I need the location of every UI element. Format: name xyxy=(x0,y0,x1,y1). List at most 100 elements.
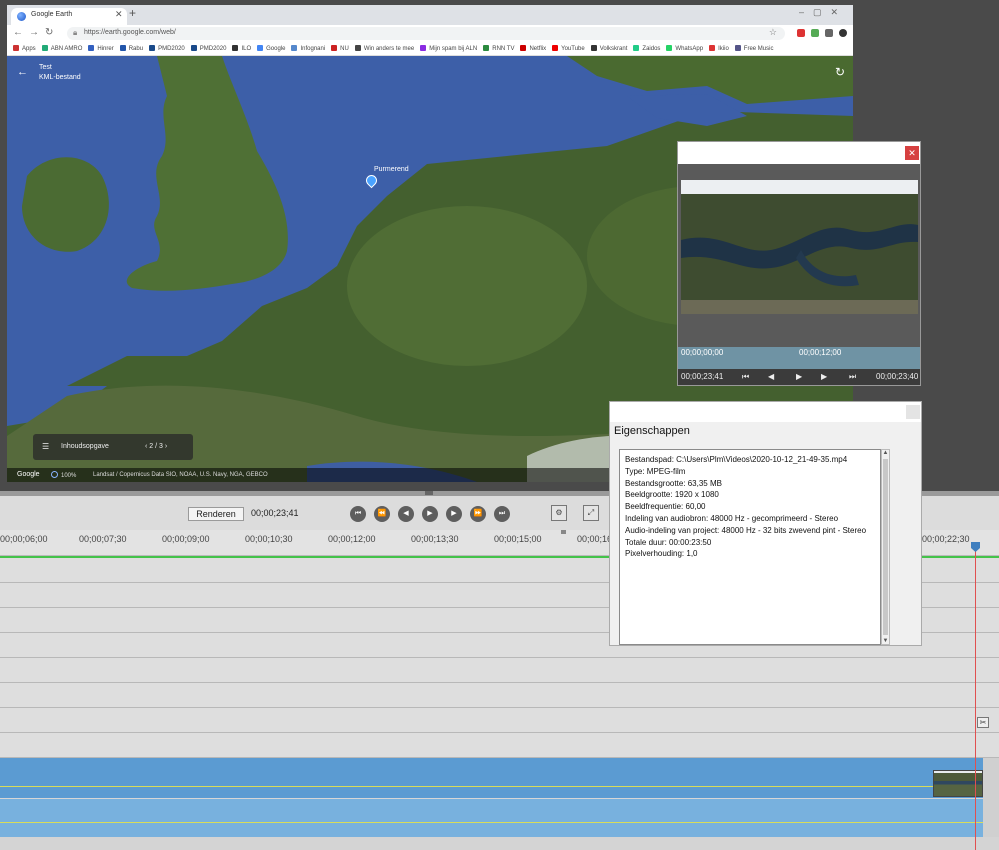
bookmark-item[interactable]: Ikiio xyxy=(709,42,729,55)
video-track[interactable] xyxy=(0,733,999,758)
browser-tab[interactable]: Google Earth ✕ xyxy=(11,8,127,25)
preview-scrubber[interactable]: 00;00;00;00 00;00;12;00 xyxy=(678,347,920,369)
window-controls[interactable]: –▢✕ xyxy=(799,7,847,18)
ruler-tick-label: 00;00;16 xyxy=(577,534,613,544)
bookmark-label: ILO xyxy=(241,46,252,52)
bookmark-favicon-icon xyxy=(190,45,197,51)
step-back-icon[interactable]: ◀ xyxy=(398,506,414,522)
preview-play-icon[interactable]: ▶ xyxy=(796,372,802,381)
playhead-line[interactable] xyxy=(975,548,976,850)
scroll-thumb[interactable] xyxy=(883,459,888,635)
clip-audio-upper[interactable] xyxy=(0,758,983,798)
bookmark-item[interactable]: ILO xyxy=(232,42,252,55)
bookmark-favicon-icon xyxy=(13,45,19,51)
bookmark-label: Infognani xyxy=(300,46,326,52)
bookmark-item[interactable]: Infognani xyxy=(291,42,326,55)
bookmark-favicon-icon xyxy=(420,45,427,51)
refresh-icon[interactable]: ↻ xyxy=(835,65,845,79)
bookmark-label: ABN AMRO xyxy=(50,46,83,52)
scissors-icon[interactable]: ✂ xyxy=(977,717,989,728)
bookmark-label: Netflix xyxy=(529,46,547,52)
browser-toolbar: ← → ↻ 🔒︎ https://earth.google.com/web/ ☆… xyxy=(7,25,853,51)
preview-step-back-icon[interactable]: ◀ xyxy=(768,372,774,381)
previous-edit-icon[interactable]: ⏪ xyxy=(374,506,390,522)
google-earth-favicon-icon xyxy=(17,12,26,21)
table-of-contents-bar[interactable]: ☰ Inhoudsopgave ‹ 2 / 3 › xyxy=(33,434,193,460)
scroll-down-icon[interactable]: ▼ xyxy=(882,638,889,644)
video-track[interactable] xyxy=(0,683,999,708)
bookmark-label: Apps xyxy=(22,46,36,52)
tab-title: Google Earth xyxy=(31,11,73,18)
bookmark-item[interactable]: Netflix xyxy=(520,42,547,55)
bookmark-item[interactable]: NU xyxy=(331,42,349,55)
properties-dialog: Eigenschappen Bestandspad: C:\Users\Plm\… xyxy=(609,401,922,646)
volume-line[interactable] xyxy=(0,786,983,787)
puzzle-icon[interactable] xyxy=(825,29,834,37)
preview-close-icon[interactable]: ✕ xyxy=(905,146,919,160)
play-icon[interactable]: ▶ xyxy=(422,506,438,522)
current-timecode[interactable]: 00;00;23;41 xyxy=(251,508,299,518)
render-button[interactable]: Renderen xyxy=(188,507,244,521)
ruler-scrub-marker[interactable] xyxy=(561,530,566,534)
go-to-end-icon[interactable]: ⏭ xyxy=(494,506,510,522)
preview-end-icon[interactable]: ⏭ xyxy=(849,372,856,382)
bookmark-item[interactable]: WhatsApp xyxy=(666,42,703,55)
video-track[interactable] xyxy=(0,708,999,733)
bookmark-item[interactable]: Win anders te mee xyxy=(354,42,415,55)
bookmark-item[interactable]: RNN TV xyxy=(483,42,514,55)
bookmark-item[interactable]: Google xyxy=(257,42,285,55)
bookmark-item[interactable]: PMD2020 xyxy=(149,42,185,55)
project-subtitle: KML-bestand xyxy=(39,74,81,81)
extension-icon[interactable] xyxy=(811,29,820,37)
address-bar[interactable]: 🔒︎ https://earth.google.com/web/ ☆ xyxy=(67,27,785,40)
properties-list[interactable]: Bestandspad: C:\Users\Plm\Videos\2020-10… xyxy=(619,449,881,645)
go-to-start-icon[interactable]: ⏮ xyxy=(350,506,366,522)
next-edit-icon[interactable]: ⏩ xyxy=(470,506,486,522)
splitter-grip[interactable] xyxy=(425,491,433,495)
preview-step-forward-icon[interactable]: ▶ xyxy=(821,372,827,381)
bookmark-item[interactable]: Hinrer xyxy=(88,42,114,55)
dialog-titlebar[interactable] xyxy=(610,402,921,422)
volume-line[interactable] xyxy=(0,822,983,823)
toc-pager[interactable]: ‹ 2 / 3 › xyxy=(145,443,167,450)
video-track[interactable] xyxy=(0,658,999,683)
bookmark-item[interactable]: YouTube xyxy=(552,42,585,55)
tab-close-icon[interactable]: ✕ xyxy=(115,9,123,20)
bookmark-item[interactable]: Free Music xyxy=(734,42,773,55)
clip-audio-lower[interactable] xyxy=(0,799,983,837)
bookmark-item[interactable]: Rabu xyxy=(119,42,143,55)
bookmark-item[interactable]: Volkskrant xyxy=(590,42,627,55)
back-icon[interactable]: ← xyxy=(13,27,23,38)
bookmark-item[interactable]: Apps xyxy=(13,42,36,55)
ruler-tick-label: 00;00;15;00 xyxy=(494,534,542,544)
scroll-up-icon[interactable]: ▲ xyxy=(882,450,889,456)
lock-icon: 🔒︎ xyxy=(73,28,78,37)
new-tab-icon[interactable]: + xyxy=(129,6,136,20)
dialog-title: Eigenschappen xyxy=(614,425,690,437)
dialog-close-icon[interactable] xyxy=(906,405,920,419)
bookmark-item[interactable]: Mijn spam bij ALN xyxy=(420,42,477,55)
bookmark-item[interactable]: Zaidos xyxy=(633,42,660,55)
property-line: Indeling van audiobron: 48000 Hz - gecom… xyxy=(625,513,839,523)
preview-start-icon[interactable]: ⏮ xyxy=(742,372,749,382)
bookmark-label: PMD2020 xyxy=(199,46,227,52)
project-title: Test xyxy=(39,64,52,71)
bookmark-label: Win anders te mee xyxy=(363,46,415,52)
property-line: Totale duur: 00:00:23:50 xyxy=(625,537,712,547)
fullscreen-icon[interactable]: ⤢ xyxy=(583,505,599,521)
bookmark-star-icon[interactable]: ☆ xyxy=(769,27,777,38)
reload-icon[interactable]: ↻ xyxy=(45,27,53,38)
map-credits: Landsat / Copernicus Data SIO, NOAA, U.S… xyxy=(93,472,268,478)
bookmark-item[interactable]: ABN AMRO xyxy=(41,42,83,55)
forward-icon[interactable]: → xyxy=(29,27,39,38)
profile-avatar[interactable] xyxy=(839,29,848,37)
monitor-settings-icon[interactable]: ⚙ xyxy=(551,505,567,521)
extension-icon[interactable] xyxy=(797,29,805,37)
step-forward-icon[interactable]: ▶ xyxy=(446,506,462,522)
scale-circle-icon xyxy=(51,471,58,478)
bookmark-favicon-icon xyxy=(709,45,716,51)
properties-scrollbar[interactable]: ▲ ▼ xyxy=(881,449,890,645)
bookmark-favicon-icon xyxy=(88,45,95,51)
bookmark-item[interactable]: PMD2020 xyxy=(190,42,227,55)
back-arrow-icon[interactable]: ← xyxy=(17,66,28,78)
